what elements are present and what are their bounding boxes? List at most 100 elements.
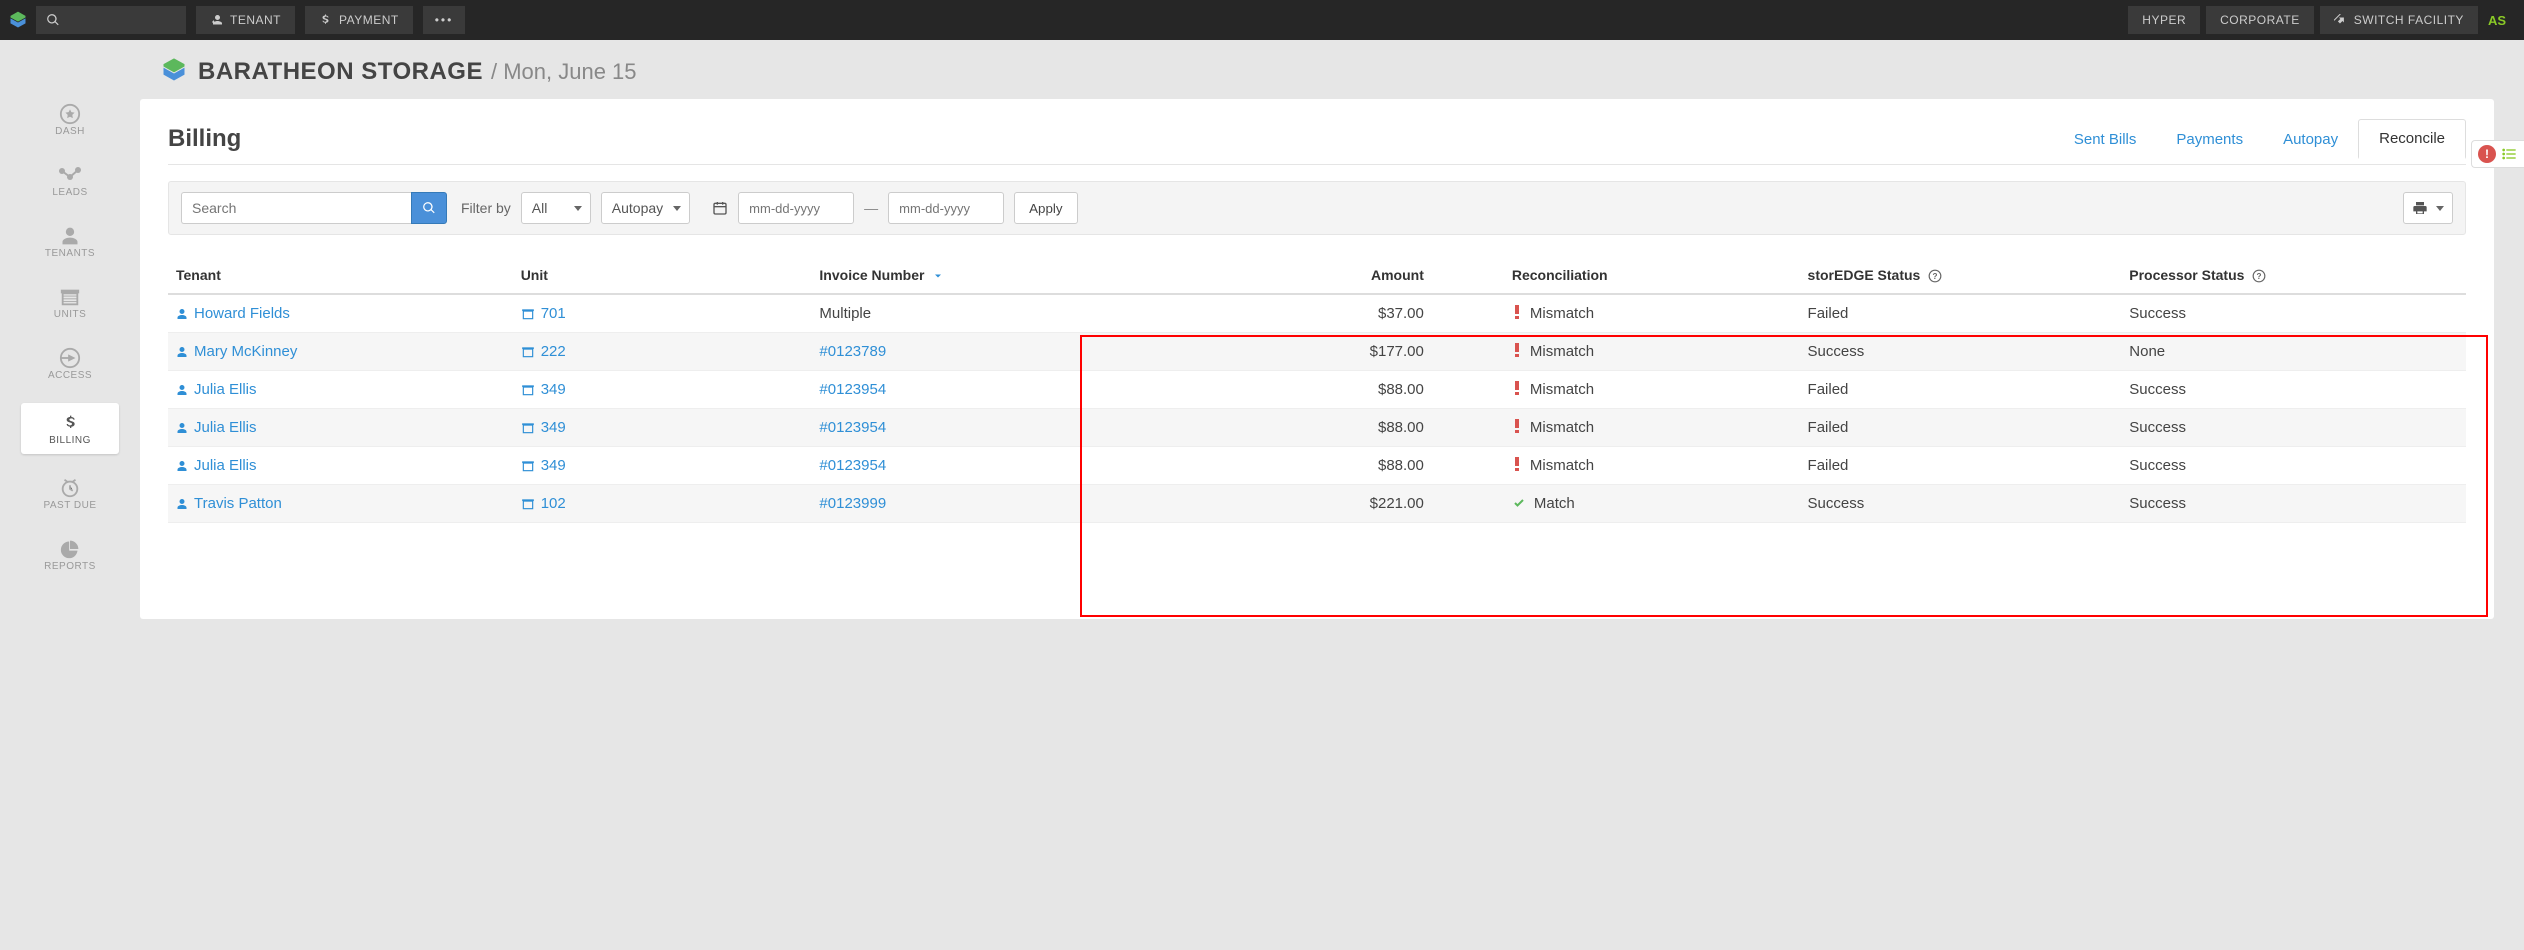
unit-link[interactable]: 102 (541, 495, 566, 512)
invoice-link[interactable]: #0123789 (819, 343, 886, 360)
reconciliation-status: Mismatch (1530, 343, 1594, 360)
sidebar-label: BILLING (49, 435, 91, 446)
sidebar-item-leads[interactable]: LEADS (34, 159, 106, 202)
amount-cell: $177.00 (1133, 333, 1432, 371)
col-amount[interactable]: Amount (1133, 257, 1432, 294)
search-button[interactable] (411, 192, 447, 224)
switch-facility-button[interactable]: SWITCH FACILITY (2320, 6, 2478, 34)
more-actions-button[interactable]: ••• (423, 6, 466, 34)
invoice-text: Multiple (819, 305, 871, 322)
storedge-status: Success (1800, 485, 2122, 523)
unit-link[interactable]: 349 (541, 457, 566, 474)
alert-badge[interactable]: ! (2471, 140, 2524, 168)
tab-reconcile[interactable]: Reconcile (2358, 119, 2466, 159)
invoice-link[interactable]: #0123999 (819, 495, 886, 512)
leads-icon (58, 163, 82, 187)
sidebar-item-tenants[interactable]: TENANTS (34, 220, 106, 263)
unit-icon (521, 422, 535, 434)
col-tenant[interactable]: Tenant (168, 257, 513, 294)
sidebar-item-reports[interactable]: REPORTS (34, 533, 106, 576)
col-processor-label: Processor Status (2129, 267, 2244, 283)
new-tenant-button[interactable]: TENANT (196, 6, 295, 34)
invoice-link[interactable]: #0123954 (819, 419, 886, 436)
unit-link[interactable]: 222 (541, 343, 566, 360)
header-date: / Mon, June 15 (491, 59, 637, 85)
facility-logo-icon (160, 56, 188, 87)
sidebar-label: LEADS (52, 187, 87, 198)
invoice-link[interactable]: #0123954 (819, 381, 886, 398)
sidebar-item-units[interactable]: UNITS (34, 281, 106, 324)
warning-icon (1512, 305, 1522, 319)
col-reconciliation[interactable]: Reconciliation (1432, 257, 1800, 294)
date-to-input[interactable] (888, 192, 1004, 224)
tab-autopay[interactable]: Autopay (2263, 121, 2358, 158)
person-plus-icon (210, 14, 222, 26)
apply-button[interactable]: Apply (1014, 192, 1077, 224)
sidebar: DASH LEADS TENANTS UNITS ACCESS BILLING … (0, 40, 140, 950)
unit-link[interactable]: 349 (541, 419, 566, 436)
sidebar-item-access[interactable]: ACCESS (34, 342, 106, 385)
search-input[interactable] (181, 192, 411, 224)
filter-type-value: All (532, 200, 548, 216)
panel-header: Billing Sent Bills Payments Autopay Reco… (168, 119, 2466, 165)
date-from-input[interactable] (738, 192, 854, 224)
tabs: Sent Bills Payments Autopay Reconcile (2054, 119, 2466, 158)
person-icon (176, 308, 188, 320)
tenant-link[interactable]: Julia Ellis (194, 381, 257, 398)
table-row: Julia Ellis349#0123954$88.00MismatchFail… (168, 409, 2466, 447)
filter-type-dropdown[interactable]: All (521, 192, 591, 224)
sidebar-item-billing[interactable]: BILLING (21, 403, 119, 454)
sidebar-item-dash[interactable]: DASH (34, 98, 106, 141)
unit-link[interactable]: 701 (541, 305, 566, 322)
unit-link[interactable]: 349 (541, 381, 566, 398)
tab-sent-bills[interactable]: Sent Bills (2054, 121, 2157, 158)
col-invoice[interactable]: Invoice Number (811, 257, 1133, 294)
col-processor[interactable]: Processor Status ? (2121, 257, 2466, 294)
search-icon (422, 201, 436, 215)
tenant-link[interactable]: Travis Patton (194, 495, 282, 512)
storedge-status: Success (1800, 333, 2122, 371)
tenant-link[interactable]: Mary McKinney (194, 343, 297, 360)
storedge-status: Failed (1800, 409, 2122, 447)
sidebar-item-past-due[interactable]: PAST DUE (34, 472, 106, 515)
filter-autopay-dropdown[interactable]: Autopay (601, 192, 690, 224)
warning-icon (1512, 419, 1522, 433)
print-dropdown[interactable] (2403, 192, 2453, 224)
filter-by-label: Filter by (461, 200, 511, 216)
user-initials[interactable]: AS (2478, 13, 2516, 28)
person-icon (176, 422, 188, 434)
tenant-link[interactable]: Howard Fields (194, 305, 290, 322)
help-icon[interactable]: ? (2252, 269, 2266, 283)
table-row: Howard Fields701Multiple$37.00MismatchFa… (168, 294, 2466, 333)
new-payment-button[interactable]: PAYMENT (305, 6, 413, 34)
storedge-status: Failed (1800, 447, 2122, 485)
filter-autopay-value: Autopay (612, 200, 663, 216)
table-search (181, 192, 447, 224)
corporate-link[interactable]: CORPORATE (2206, 6, 2314, 34)
pie-icon (60, 537, 80, 561)
col-storedge[interactable]: storEDGE Status ? (1800, 257, 2122, 294)
tenant-link[interactable]: Julia Ellis (194, 457, 257, 474)
tenant-link[interactable]: Julia Ellis (194, 419, 257, 436)
dollar-icon (62, 411, 78, 435)
clock-icon (59, 476, 81, 500)
check-icon (1512, 497, 1526, 509)
table-row: Travis Patton102#0123999$221.00MatchSucc… (168, 485, 2466, 523)
col-unit[interactable]: Unit (513, 257, 812, 294)
sidebar-label: REPORTS (44, 561, 96, 572)
sidebar-label: DASH (55, 126, 85, 137)
hyper-link[interactable]: HYPER (2128, 6, 2200, 34)
ellipsis-icon: ••• (435, 13, 454, 27)
date-range-separator: — (864, 200, 878, 216)
help-icon[interactable]: ? (1928, 269, 1942, 283)
amount-cell: $88.00 (1133, 371, 1432, 409)
processor-status: Success (2121, 447, 2466, 485)
sidebar-label: TENANTS (45, 248, 95, 259)
amount-cell: $88.00 (1133, 409, 1432, 447)
unit-icon (521, 346, 535, 358)
invoice-link[interactable]: #0123954 (819, 457, 886, 474)
tab-payments[interactable]: Payments (2156, 121, 2263, 158)
page-title: Billing (168, 125, 241, 153)
global-search[interactable] (36, 6, 186, 34)
person-icon (176, 498, 188, 510)
